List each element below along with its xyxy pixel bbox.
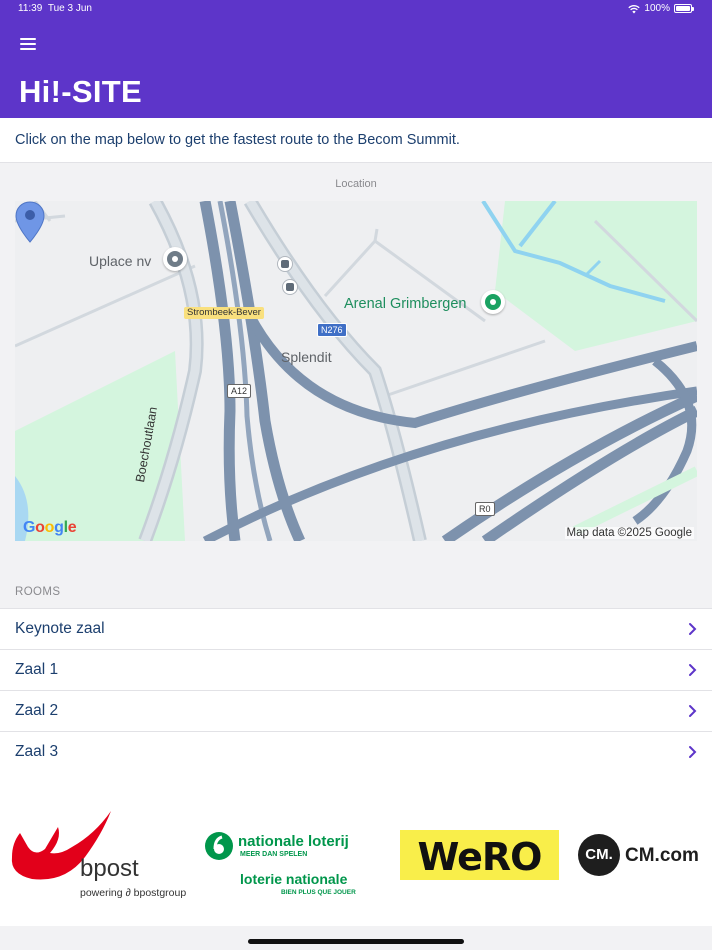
uplace-pin-icon[interactable] — [163, 247, 187, 271]
bpost-wordmark: bpost — [80, 855, 139, 882]
map-label-uplace: Uplace nv — [89, 253, 152, 269]
sponsor-nationale-loterij[interactable]: nationale loterij MEER DAN SPELEN loteri… — [204, 827, 374, 905]
cm-wordmark: CM.com — [625, 845, 699, 866]
map-label-strombeek: Strombeek-Bever — [184, 307, 264, 319]
room-item-zaal-1[interactable]: Zaal 1 — [0, 650, 712, 691]
bus-stop-icon[interactable] — [282, 279, 298, 295]
loterij-name-fr: loterie nationale — [240, 871, 348, 887]
page-title: Hi!-SITE — [19, 74, 142, 109]
status-time: 11:39 Tue 3 Jun — [18, 3, 92, 14]
road-sign-n276: N276 — [317, 323, 347, 337]
room-item-keynote[interactable]: Keynote zaal — [0, 609, 712, 650]
map-label-arenal: Arenal Grimbergen — [344, 296, 467, 312]
sponsors-bar: bpost powering ∂ bpostgroup nationale lo… — [0, 771, 712, 926]
room-name: Keynote zaal — [15, 620, 105, 637]
sponsor-wero[interactable]: WeRO — [400, 830, 559, 880]
road-sign-a12: A12 — [227, 384, 252, 398]
location-label: Location — [335, 178, 377, 190]
map-roads — [15, 201, 697, 541]
loterij-name-nl: nationale loterij — [238, 833, 349, 850]
chevron-right-icon — [689, 705, 697, 717]
chevron-right-icon — [689, 664, 697, 676]
battery-icon — [674, 4, 694, 13]
road-sign-r0: R0 — [475, 502, 495, 516]
google-logo: Google — [23, 519, 77, 536]
loterij-sub-nl: MEER DAN SPELEN — [240, 851, 308, 858]
sponsor-bpost[interactable]: bpost powering ∂ bpostgroup — [10, 809, 200, 909]
status-date: Tue 3 Jun — [47, 3, 92, 14]
hamburger-icon[interactable] — [20, 38, 36, 52]
status-indicators: 100% — [628, 3, 694, 14]
location-marker-icon[interactable] — [15, 201, 45, 243]
cm-logo-icon: CM. — [578, 834, 620, 876]
location-map[interactable]: Uplace nv Arenal Grimbergen Splendit Boe… — [15, 201, 697, 541]
chevron-right-icon — [689, 746, 697, 758]
bus-stop-icon[interactable] — [277, 256, 293, 272]
rooms-list: Keynote zaal Zaal 1 Zaal 2 Zaal 3 — [0, 608, 712, 773]
wero-wordmark: WeRO — [417, 835, 543, 879]
loterij-sub-fr: BIEN PLUS QUE JOUER — [281, 889, 356, 896]
status-clock: 11:39 — [18, 3, 43, 14]
intro-banner: Click on the map below to get the fastes… — [0, 118, 712, 163]
wifi-icon — [628, 4, 641, 13]
intro-text: Click on the map below to get the fastes… — [15, 132, 460, 148]
room-item-zaal-3[interactable]: Zaal 3 — [0, 732, 712, 773]
arenal-pin-icon[interactable] — [481, 290, 505, 314]
home-indicator[interactable] — [248, 939, 464, 944]
map-attribution[interactable]: Map data ©2025 Google — [564, 527, 694, 539]
sponsor-cm[interactable]: CM. CM.com — [578, 834, 702, 878]
battery-percentage: 100% — [644, 3, 670, 14]
room-item-zaal-2[interactable]: Zaal 2 — [0, 691, 712, 732]
bpost-tagline: powering ∂ bpostgroup — [80, 887, 187, 899]
room-name: Zaal 1 — [15, 661, 59, 678]
rooms-section-label: ROOMS — [15, 586, 61, 598]
room-name: Zaal 3 — [15, 743, 59, 760]
map-label-splendit: Splendit — [281, 349, 332, 365]
room-name: Zaal 2 — [15, 702, 59, 719]
loterij-logo-icon — [205, 832, 233, 860]
chevron-right-icon — [689, 623, 697, 635]
app-header: 11:39 Tue 3 Jun 100% Hi!-SITE — [0, 0, 712, 118]
